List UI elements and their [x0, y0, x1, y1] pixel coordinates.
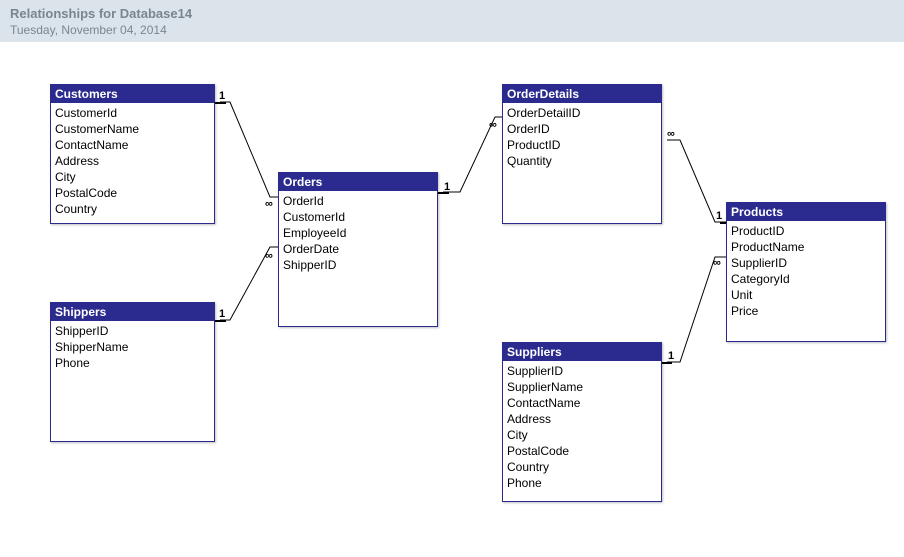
diagram-canvas: 1 ∞ 1 ∞ 1 ∞ ∞ 1 1 ∞ Customers CustomerId… [0, 42, 904, 557]
field: PostalCode [507, 443, 657, 459]
field: ShipperName [55, 339, 210, 355]
field: Country [507, 459, 657, 475]
table-title: Orders [279, 173, 437, 191]
svg-text:∞: ∞ [265, 250, 273, 262]
field: SupplierID [731, 255, 881, 271]
table-customers[interactable]: Customers CustomerId CustomerName Contac… [50, 84, 215, 224]
field-list: SupplierID SupplierName ContactName Addr… [503, 361, 661, 495]
field: EmployeeId [283, 225, 433, 241]
field: ProductID [507, 137, 657, 153]
field: PostalCode [55, 185, 210, 201]
field: Quantity [507, 153, 657, 169]
header-bar: Relationships for Database14 Tuesday, No… [0, 0, 904, 42]
field: City [507, 427, 657, 443]
field: Address [507, 411, 657, 427]
svg-text:1: 1 [668, 350, 674, 362]
field: OrderID [507, 121, 657, 137]
table-orderdetails[interactable]: OrderDetails OrderDetailID OrderID Produ… [502, 84, 662, 224]
svg-text:1: 1 [219, 308, 225, 320]
field: OrderId [283, 193, 433, 209]
field: ShipperID [283, 257, 433, 273]
field: Address [55, 153, 210, 169]
field: ContactName [55, 137, 210, 153]
page-date: Tuesday, November 04, 2014 [10, 23, 894, 37]
field: ProductID [731, 223, 881, 239]
svg-text:∞: ∞ [713, 257, 721, 269]
field-list: CustomerId CustomerName ContactName Addr… [51, 103, 214, 221]
field: Price [731, 303, 881, 319]
field: SupplierName [507, 379, 657, 395]
field: City [55, 169, 210, 185]
svg-text:1: 1 [716, 210, 722, 222]
field: ContactName [507, 395, 657, 411]
field: Phone [55, 355, 210, 371]
field-list: ProductID ProductName SupplierID Categor… [727, 221, 885, 323]
page-title: Relationships for Database14 [10, 6, 894, 21]
table-title: Customers [51, 85, 214, 103]
svg-text:1: 1 [219, 90, 225, 102]
field: Country [55, 201, 210, 217]
field: SupplierID [507, 363, 657, 379]
table-title: Products [727, 203, 885, 221]
svg-text:1: 1 [444, 181, 450, 193]
table-title: Shippers [51, 303, 214, 321]
field: OrderDetailID [507, 105, 657, 121]
svg-text:∞: ∞ [667, 128, 675, 140]
field: ShipperID [55, 323, 210, 339]
field: ProductName [731, 239, 881, 255]
field: CustomerName [55, 121, 210, 137]
svg-text:∞: ∞ [489, 119, 497, 131]
field: CustomerId [55, 105, 210, 121]
field-list: ShipperID ShipperName Phone [51, 321, 214, 375]
field-list: OrderDetailID OrderID ProductID Quantity [503, 103, 661, 173]
field: OrderDate [283, 241, 433, 257]
field-list: OrderId CustomerId EmployeeId OrderDate … [279, 191, 437, 277]
svg-text:∞: ∞ [265, 198, 273, 210]
field: Unit [731, 287, 881, 303]
table-title: Suppliers [503, 343, 661, 361]
field: CategoryId [731, 271, 881, 287]
table-orders[interactable]: Orders OrderId CustomerId EmployeeId Ord… [278, 172, 438, 327]
table-title: OrderDetails [503, 85, 661, 103]
table-shippers[interactable]: Shippers ShipperID ShipperName Phone [50, 302, 215, 442]
field: Phone [507, 475, 657, 491]
field: CustomerId [283, 209, 433, 225]
table-products[interactable]: Products ProductID ProductName SupplierI… [726, 202, 886, 342]
table-suppliers[interactable]: Suppliers SupplierID SupplierName Contac… [502, 342, 662, 502]
